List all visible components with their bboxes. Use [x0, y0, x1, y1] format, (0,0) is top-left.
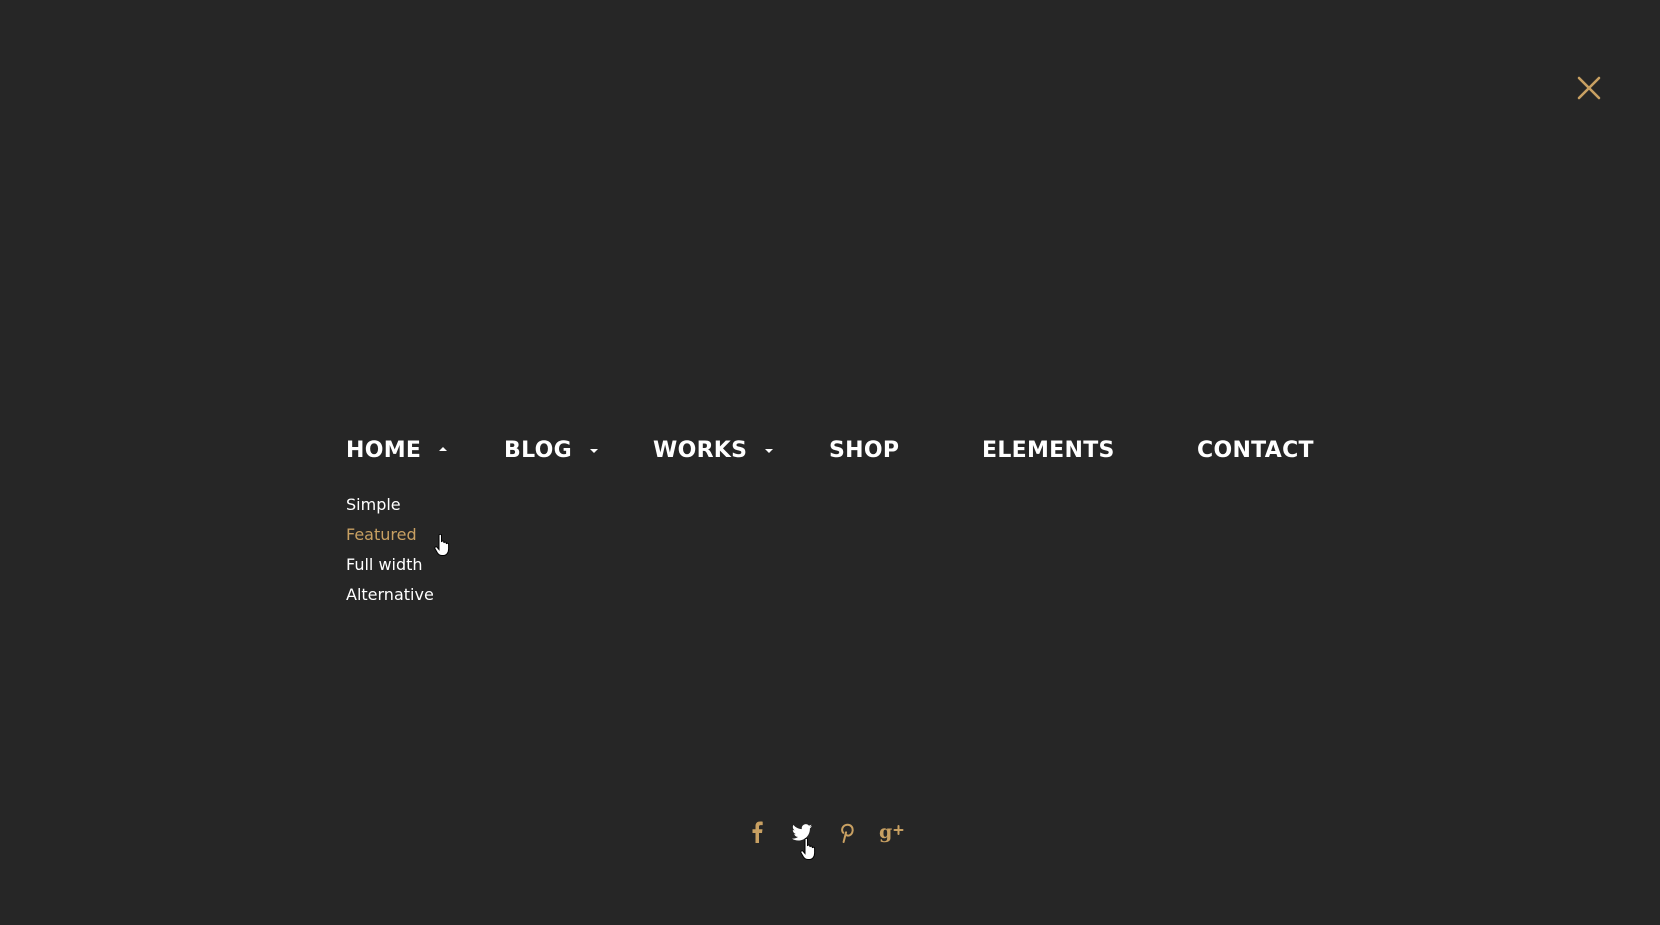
- facebook-icon: [752, 821, 763, 843]
- nav-item-shop[interactable]: SHOP: [829, 430, 899, 470]
- facebook-link[interactable]: [745, 820, 769, 844]
- nav-item-label: CONTACT: [1197, 437, 1314, 463]
- google-plus-link[interactable]: g: [878, 820, 906, 844]
- social-links: g: [745, 820, 906, 844]
- svg-text:g: g: [879, 821, 892, 843]
- submenu-item-simple[interactable]: Simple: [346, 490, 434, 520]
- nav-item-label: SHOP: [829, 437, 900, 463]
- main-nav: HOME BLOG WORKS SHOP ELEMENTS CONTACT: [0, 430, 1660, 470]
- caret-up-icon: [439, 447, 448, 451]
- nav-item-home[interactable]: HOME: [346, 430, 448, 470]
- nav-item-label: ELEMENTS: [982, 437, 1115, 463]
- twitter-link[interactable]: [790, 820, 814, 844]
- submenu-item-full-width[interactable]: Full width: [346, 550, 434, 580]
- pinterest-icon: [841, 823, 854, 843]
- nav-item-elements[interactable]: ELEMENTS: [982, 430, 1115, 470]
- nav-item-label: HOME: [346, 437, 422, 463]
- caret-down-icon: [589, 449, 598, 453]
- hand-cursor-icon: [434, 534, 450, 556]
- submenu-item-alternative[interactable]: Alternative: [346, 580, 434, 610]
- close-icon: [1577, 76, 1601, 100]
- google-plus-icon: g: [879, 821, 904, 843]
- nav-item-contact[interactable]: CONTACT: [1197, 430, 1314, 470]
- caret-down-icon: [765, 449, 774, 453]
- twitter-icon: [792, 823, 812, 840]
- nav-item-works[interactable]: WORKS: [653, 430, 774, 470]
- nav-item-label: BLOG: [504, 437, 572, 463]
- close-button[interactable]: [1576, 75, 1602, 101]
- home-submenu: Simple Featured Full width Alternative: [346, 490, 434, 610]
- submenu-item-featured[interactable]: Featured: [346, 520, 434, 550]
- nav-item-blog[interactable]: BLOG: [504, 430, 598, 470]
- nav-item-label: WORKS: [653, 437, 748, 463]
- pinterest-link[interactable]: [835, 820, 859, 844]
